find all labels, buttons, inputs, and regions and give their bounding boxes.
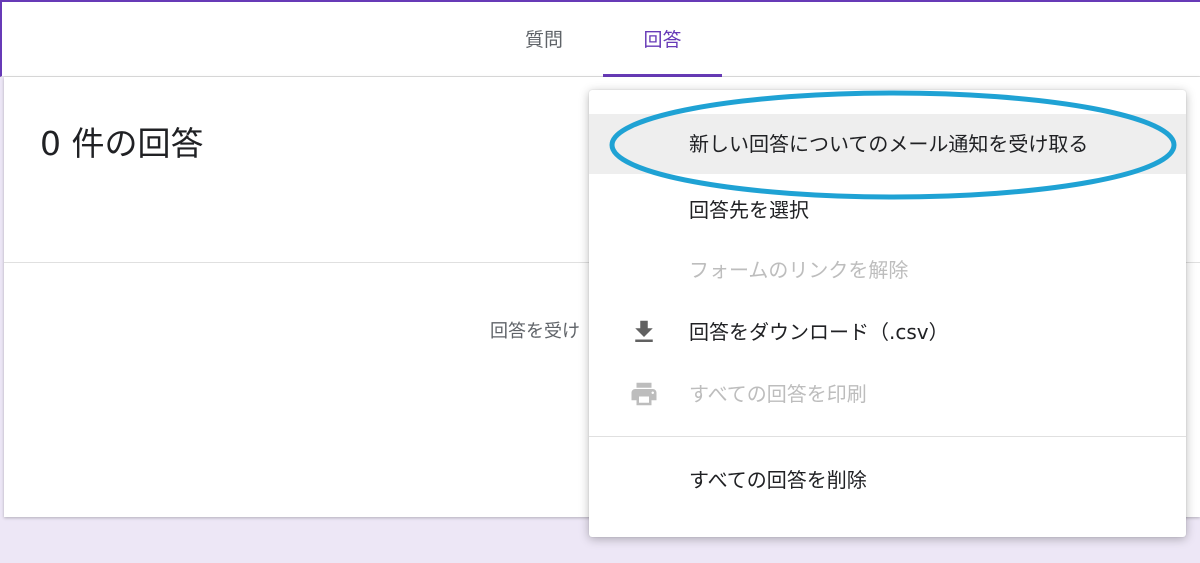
menu-item-email-notifications[interactable]: 新しい回答についてのメール通知を受け取る <box>589 114 1186 174</box>
print-icon <box>629 379 659 409</box>
responses-more-menu: 新しい回答についてのメール通知を受け取る 回答先を選択 フォームのリンクを解除 … <box>589 90 1186 537</box>
menu-item-label: フォームのリンクを解除 <box>689 258 909 282</box>
menu-item-print-all: すべての回答を印刷 <box>589 364 1186 424</box>
menu-item-delete-all[interactable]: すべての回答を削除 <box>589 450 1186 510</box>
menu-item-label: すべての回答を印刷 <box>689 382 867 406</box>
menu-divider <box>589 436 1186 437</box>
response-count-title: 0 件の回答 <box>40 124 204 163</box>
accepting-responses-text: 回答を受け <box>490 321 580 342</box>
top-bar: 質問 回答 <box>0 0 1200 77</box>
menu-item-unlink-form: フォームのリンクを解除 <box>589 240 1186 300</box>
download-icon <box>629 317 659 347</box>
menu-item-label: 回答をダウンロード（.csv） <box>689 320 949 344</box>
tab-responses[interactable]: 回答 <box>603 2 722 77</box>
tab-questions[interactable]: 質問 <box>488 2 600 77</box>
menu-item-download-csv[interactable]: 回答をダウンロード（.csv） <box>589 302 1186 362</box>
menu-item-label: すべての回答を削除 <box>689 468 867 492</box>
menu-item-label: 回答先を選択 <box>689 198 809 222</box>
menu-item-label: 新しい回答についてのメール通知を受け取る <box>689 132 1089 156</box>
menu-item-select-destination[interactable]: 回答先を選択 <box>589 180 1186 240</box>
